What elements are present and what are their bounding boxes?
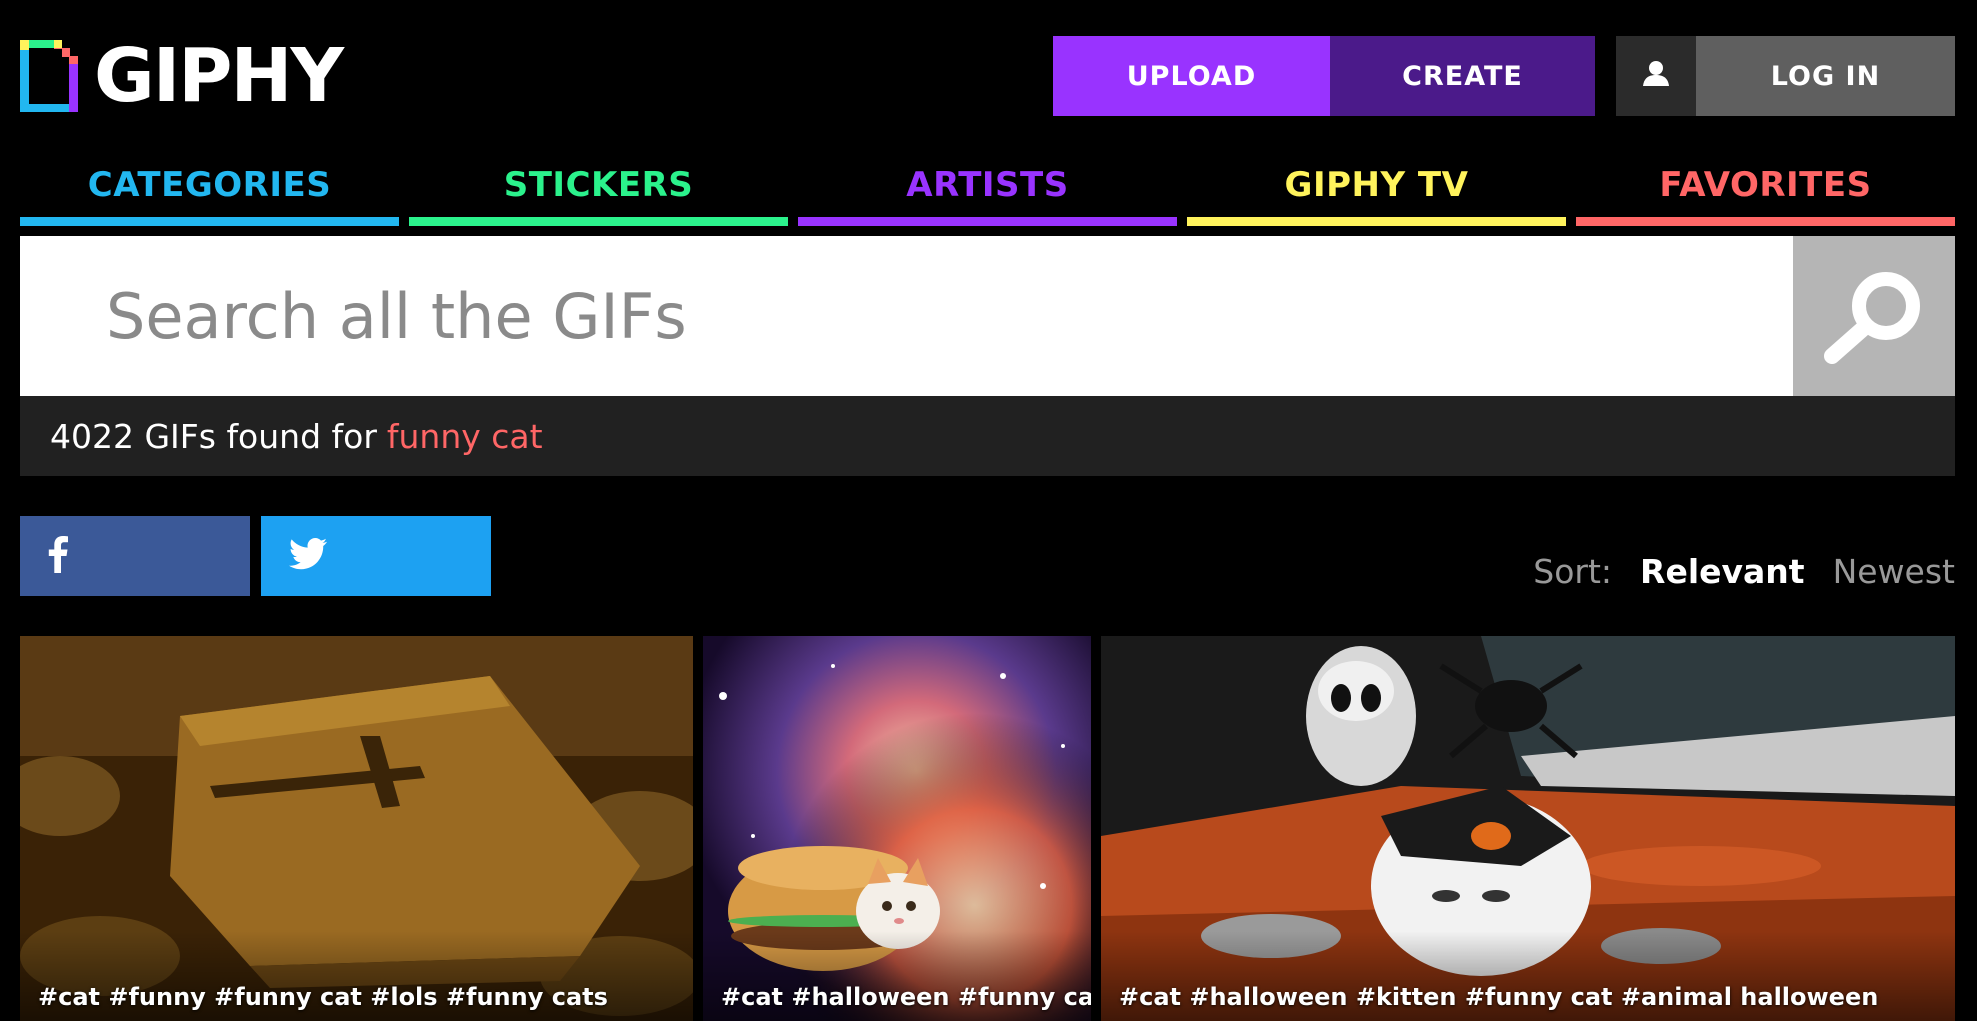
- nav-underline: [1576, 217, 1955, 226]
- search-button[interactable]: [1793, 236, 1955, 396]
- search-bar: [20, 236, 1955, 396]
- sort-option-newest[interactable]: Newest: [1833, 552, 1955, 591]
- gif-tags: #cat #funny #funny cat #lols #funny cats: [38, 983, 608, 1011]
- gif-tags: #cat #halloween #funny cat: [721, 983, 1091, 1011]
- nav-label: ARTISTS: [906, 165, 1069, 205]
- sort-label: Sort:: [1533, 552, 1613, 591]
- user-icon: [1642, 59, 1670, 94]
- search-icon: [1814, 264, 1934, 369]
- user-button[interactable]: [1616, 36, 1696, 116]
- nav-underline: [798, 217, 1177, 226]
- sort-control: Sort: Relevant Newest: [1533, 552, 1955, 591]
- nav-item-giphy-tv[interactable]: GIPHY TV: [1187, 160, 1566, 226]
- giphy-page: GIPHY UPLOAD CREATE LOG IN CATEGORIES ST…: [0, 0, 1977, 1021]
- nav-item-categories[interactable]: CATEGORIES: [20, 160, 399, 226]
- nav-item-stickers[interactable]: STICKERS: [409, 160, 788, 226]
- gif-card[interactable]: #cat #halloween #funny cat: [703, 636, 1091, 1021]
- nav-label: STICKERS: [503, 165, 694, 205]
- giphy-logo-icon: [20, 40, 78, 112]
- nav-item-favorites[interactable]: FAVORITES: [1576, 160, 1955, 226]
- nav-label: CATEGORIES: [87, 165, 332, 205]
- facebook-share-button[interactable]: [20, 516, 250, 596]
- twitter-icon: [289, 537, 327, 575]
- giphy-logo[interactable]: GIPHY: [20, 33, 344, 119]
- logo-text: GIPHY: [94, 33, 344, 119]
- gif-tags: #cat #halloween #kitten #funny cat #anim…: [1119, 983, 1879, 1011]
- facebook-icon: [48, 535, 68, 578]
- twitter-share-button[interactable]: [261, 516, 491, 596]
- nav-underline: [409, 217, 788, 226]
- results-count: 4022 GIFs found for: [50, 416, 377, 456]
- create-button[interactable]: CREATE: [1330, 36, 1595, 116]
- search-input[interactable]: [20, 236, 1793, 396]
- gif-card[interactable]: #cat #funny #funny cat #lols #funny cats: [20, 636, 693, 1021]
- category-nav: CATEGORIES STICKERS ARTISTS GIPHY TV FAV…: [20, 160, 1955, 226]
- nav-item-artists[interactable]: ARTISTS: [798, 160, 1177, 226]
- nav-label: GIPHY TV: [1284, 165, 1469, 205]
- nav-underline: [1187, 217, 1566, 226]
- nav-underline: [20, 217, 399, 226]
- gif-card[interactable]: #cat #halloween #kitten #funny cat #anim…: [1101, 636, 1955, 1021]
- upload-button[interactable]: UPLOAD: [1053, 36, 1330, 116]
- results-query[interactable]: funny cat: [387, 417, 543, 456]
- results-summary: 4022 GIFs found for funny cat: [20, 396, 1955, 476]
- login-button[interactable]: LOG IN: [1696, 36, 1955, 116]
- sort-option-relevant[interactable]: Relevant: [1640, 552, 1805, 591]
- nav-label: FAVORITES: [1659, 165, 1872, 205]
